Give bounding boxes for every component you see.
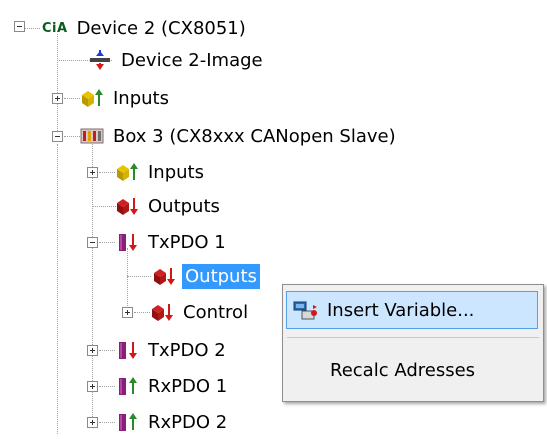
collapse-toggle-box3[interactable] — [52, 131, 63, 142]
tree-node-label: RxPDO 1 — [148, 375, 228, 397]
tree-node-device2[interactable]: CiA Device 2 (CX8051) — [42, 14, 249, 42]
tree-node-label-selected: Outputs — [182, 263, 260, 289]
menu-item-label: Insert Variable... — [327, 299, 475, 321]
tree-line — [99, 422, 115, 423]
outputs-icon — [152, 265, 176, 287]
tree-line — [25, 28, 40, 29]
menu-item-label: Recalc Adresses — [330, 359, 476, 381]
tree-node-txpdo1-control[interactable]: Control — [150, 298, 251, 326]
tree-line — [64, 98, 80, 99]
tree-node-label: Device 2-Image — [121, 49, 263, 71]
tree-node-box3-inputs[interactable]: Inputs — [115, 158, 207, 186]
tree-node-label: Inputs — [148, 161, 204, 183]
tree-node-label: Control — [183, 301, 249, 323]
menu-separator — [287, 337, 539, 338]
tree-node-device-image[interactable]: Device 2-Image — [88, 46, 266, 74]
expand-toggle-rxpdo2[interactable] — [87, 417, 98, 428]
expand-toggle-device-inputs[interactable] — [52, 93, 63, 104]
box-module-icon — [80, 125, 104, 147]
insert-variable-icon — [293, 299, 319, 321]
tree-line — [64, 136, 80, 137]
outputs-icon — [150, 301, 174, 323]
expand-toggle-box3-inputs[interactable] — [87, 167, 98, 178]
tree-line — [92, 206, 116, 207]
tree-node-label: RxPDO 2 — [148, 411, 228, 433]
tree-node-txpdo1[interactable]: TxPDO 1 — [115, 228, 229, 256]
tree-node-label: Device 2 (CX8051) — [76, 17, 246, 39]
tree-node-label: TxPDO 1 — [148, 231, 226, 253]
tree-node-box3[interactable]: Box 3 (CX8xxx CANopen Slave) — [80, 122, 399, 150]
tree-node-txpdo1-outputs[interactable]: Outputs — [152, 262, 260, 290]
tree-node-rxpdo1[interactable]: RxPDO 1 — [115, 372, 230, 400]
cia-badge: CiA — [42, 20, 68, 36]
inputs-icon — [80, 87, 104, 109]
expand-toggle-rxpdo1[interactable] — [87, 381, 98, 392]
tree-line — [57, 34, 58, 133]
menu-item-recalc-adresses[interactable]: Recalc Adresses — [286, 351, 538, 389]
tree-line — [57, 144, 58, 434]
tree-line — [127, 248, 128, 312]
tree-node-rxpdo2[interactable]: RxPDO 2 — [115, 408, 230, 436]
tree-line — [127, 276, 151, 277]
pdo-input-icon — [115, 411, 139, 433]
collapse-toggle-txpdo1[interactable] — [87, 237, 98, 248]
tree-node-label: TxPDO 2 — [148, 339, 226, 361]
pdo-output-icon — [115, 339, 139, 361]
tree-line — [99, 350, 115, 351]
menu-item-insert-variable[interactable]: Insert Variable... — [286, 291, 538, 329]
tree-line — [99, 172, 115, 173]
tree-line — [99, 386, 115, 387]
tree-node-label: Inputs — [113, 87, 169, 109]
tree-node-label: Box 3 (CX8xxx CANopen Slave) — [113, 125, 396, 147]
inputs-icon — [115, 161, 139, 183]
outputs-icon — [115, 195, 139, 217]
device-image-icon — [88, 49, 112, 71]
tree-line — [134, 312, 150, 313]
expand-toggle-txpdo1-control[interactable] — [122, 307, 133, 318]
tree-node-txpdo2[interactable]: TxPDO 2 — [115, 336, 229, 364]
collapse-toggle-root[interactable] — [14, 21, 25, 32]
tree-node-box3-outputs[interactable]: Outputs — [115, 192, 223, 220]
context-menu: Insert Variable... Recalc Adresses — [282, 284, 544, 402]
pdo-output-icon — [115, 231, 139, 253]
expand-toggle-txpdo2[interactable] — [87, 345, 98, 356]
pdo-input-icon — [115, 375, 139, 397]
tree-line — [99, 242, 115, 243]
tree-node-label: Outputs — [148, 195, 220, 217]
tree-node-device-inputs[interactable]: Inputs — [80, 84, 172, 112]
